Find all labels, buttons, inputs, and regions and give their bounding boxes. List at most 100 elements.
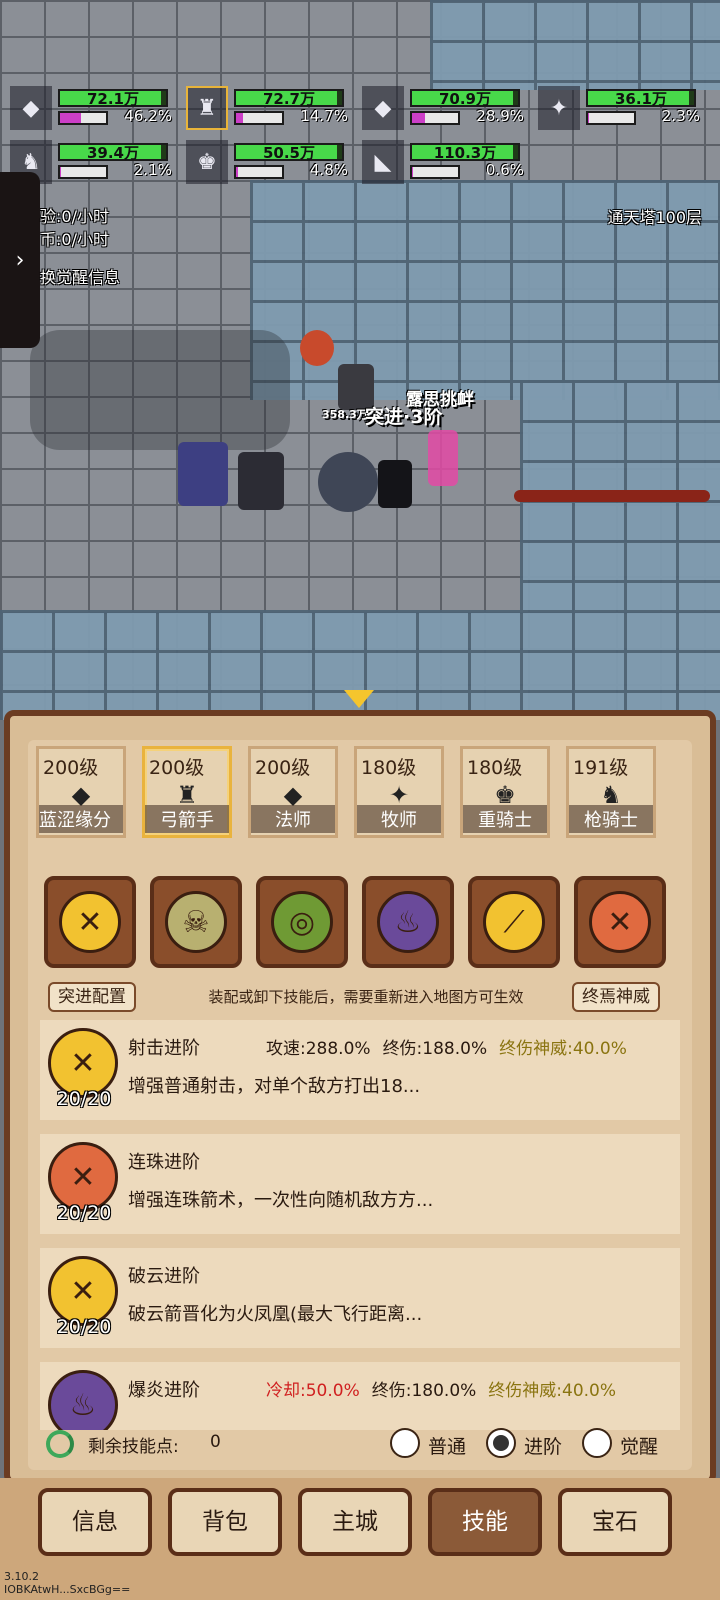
mp-bar bbox=[58, 111, 108, 125]
skill-stat-final-damage: 终伤:180.0% bbox=[371, 1381, 477, 1401]
mp-fill bbox=[236, 167, 239, 177]
magic-effect bbox=[428, 430, 458, 486]
nav-button[interactable]: 背包 bbox=[168, 1488, 282, 1556]
version-number: 3.10.2 bbox=[4, 1570, 39, 1583]
cat-sprite-icon: ◣ bbox=[362, 140, 404, 184]
skill-row[interactable]: ♨ 爆炎进阶 冷却:50.0% 终伤:180.0% 终伤神威:40.0% bbox=[40, 1362, 680, 1430]
nav-button[interactable]: 宝石 bbox=[558, 1488, 672, 1556]
skill-slot[interactable]: ♨ bbox=[362, 876, 454, 968]
skill-slot[interactable]: ⟋ bbox=[468, 876, 560, 968]
hp-bar: 72.1万 bbox=[58, 89, 168, 108]
flame-staff-icon: ♨ bbox=[377, 891, 439, 953]
flame-staff-icon: ♨ bbox=[48, 1370, 118, 1430]
hero-card[interactable]: 200级 ♜ 弓箭手 bbox=[142, 746, 232, 838]
skill-slot[interactable]: ✕ bbox=[44, 876, 136, 968]
mp-value: 46.2% bbox=[124, 107, 172, 125]
knight-sprite-icon: ♚ bbox=[186, 140, 228, 184]
ghost-sprite-icon: ◆ bbox=[362, 86, 404, 130]
hp-bar: 50.5万 bbox=[234, 143, 344, 162]
nav-button[interactable]: 技能 bbox=[428, 1488, 542, 1556]
mode-radio[interactable] bbox=[582, 1428, 612, 1458]
skull-icon: ☠ bbox=[165, 891, 227, 953]
hero-name: 弓箭手 bbox=[145, 805, 229, 833]
hero-card[interactable]: 200级 ◆ 法师 bbox=[248, 746, 338, 838]
skill-description: 增强连珠箭术，一次性向随机敌方方... bbox=[128, 1190, 434, 1211]
skill-stats: 攻速:288.0% 终伤:188.0% 终伤神威:40.0% bbox=[266, 1034, 627, 1059]
mode-radio[interactable] bbox=[486, 1428, 516, 1458]
mode-radio[interactable] bbox=[390, 1428, 420, 1458]
hero-name: 重骑士 bbox=[463, 805, 547, 833]
shadow-patch bbox=[30, 330, 290, 450]
unit-status-card[interactable]: ◆ 72.1万 46.2% bbox=[10, 86, 182, 132]
unit-status-card[interactable]: ◆ 70.9万 28.9% bbox=[362, 86, 534, 132]
skill-slot[interactable]: ◎ bbox=[256, 876, 348, 968]
priest-sprite bbox=[178, 442, 228, 506]
blood-trail bbox=[514, 490, 710, 502]
hero-card[interactable]: 180级 ✦ 牧师 bbox=[354, 746, 444, 838]
side-panel-toggle[interactable]: › bbox=[0, 172, 40, 348]
mode-label: 进阶 bbox=[524, 1436, 563, 1458]
skill-footer: 剩余技能点: 0 普通 进阶 觉醒 bbox=[40, 1426, 680, 1462]
terminal-power-button[interactable]: 终焉神威 bbox=[572, 982, 660, 1012]
skill-level-count: 20/20 bbox=[56, 1316, 112, 1338]
config-note: 装配或卸下技能后，需要重新进入地图方可生效 bbox=[208, 988, 524, 1006]
hp-value: 36.1万 bbox=[614, 90, 667, 108]
archer-sprite-icon: ♜ bbox=[186, 86, 228, 130]
swirl-icon: ◎ bbox=[271, 891, 333, 953]
nav-button[interactable]: 主城 bbox=[298, 1488, 412, 1556]
awaken-info-button[interactable]: 换觉醒信息 bbox=[40, 264, 120, 288]
wall-tiles bbox=[430, 0, 720, 90]
hp-value: 50.5万 bbox=[262, 144, 315, 162]
party-status: ◆ 72.1万 46.2% ♜ 72.7万 14.7% ◆ 70.9万 28.9% ✦ 36.1万 2… bbox=[10, 86, 710, 186]
skill-points-label: 剩余技能点: bbox=[88, 1437, 179, 1457]
nav-button[interactable]: 信息 bbox=[38, 1488, 152, 1556]
lion-mask-icon bbox=[300, 330, 334, 366]
skill-slot[interactable]: ✕ bbox=[574, 876, 666, 968]
mp-bar bbox=[410, 111, 460, 125]
spear-icon: ⟋ bbox=[483, 891, 545, 953]
mp-bar bbox=[234, 111, 284, 125]
hero-card[interactable]: 180级 ♚ 重骑士 bbox=[460, 746, 550, 838]
mp-fill bbox=[412, 113, 426, 123]
unit-status-card[interactable]: ◣ 110.3万 0.6% bbox=[362, 140, 534, 186]
hp-value: 110.3万 bbox=[433, 144, 497, 162]
refresh-icon[interactable] bbox=[46, 1430, 74, 1458]
hp-value: 39.4万 bbox=[86, 144, 139, 162]
skill-stat-final-damage: 终伤:188.0% bbox=[382, 1039, 488, 1059]
skill-name: 射击进阶 bbox=[128, 1038, 200, 1059]
hero-selector: 200级 ◆ 蓝涩缘分（ 200级 ♜ 弓箭手 200级 ◆ 法师 180级 ✦ 牧师 180级 ♚ 重骑士… bbox=[36, 746, 686, 844]
mp-fill bbox=[588, 113, 590, 123]
skill-name: 连珠进阶 bbox=[128, 1152, 200, 1173]
ghost-sprite bbox=[378, 460, 412, 508]
hero-card[interactable]: 191级 ♞ 枪骑士 bbox=[566, 746, 656, 838]
mp-fill bbox=[60, 113, 82, 123]
flame-arrows-icon: ✕ bbox=[589, 891, 651, 953]
hp-bar: 110.3万 bbox=[410, 143, 520, 162]
skill-row[interactable]: ✕ 20/20 破云进阶 破云箭晋化为火凤凰(最大飞行距离... bbox=[40, 1248, 680, 1348]
hp-value: 72.1万 bbox=[86, 90, 139, 108]
skill-row[interactable]: ✕ 20/20 连珠进阶 增强连珠箭术，一次性向随机敌方方... bbox=[40, 1134, 680, 1234]
hp-bar: 36.1万 bbox=[586, 89, 696, 108]
skill-description: 破云箭晋化为火凤凰(最大飞行距离... bbox=[128, 1304, 423, 1325]
mp-bar bbox=[586, 111, 636, 125]
cat-sprite bbox=[238, 452, 284, 510]
hp-bar: 39.4万 bbox=[58, 143, 168, 162]
mode-label: 普通 bbox=[428, 1436, 467, 1458]
unit-status-card[interactable]: ♚ 50.5万 4.8% bbox=[186, 140, 358, 186]
unit-status-card[interactable]: ♜ 72.7万 14.7% bbox=[186, 86, 358, 132]
equipped-skill-slots: ✕ ☠ ◎ ♨ ⟋ ✕ bbox=[44, 876, 674, 970]
mp-fill bbox=[236, 113, 243, 123]
mode-label: 觉醒 bbox=[620, 1436, 659, 1458]
exp-rate: 验:0/小时 bbox=[40, 207, 109, 226]
skill-name: 破云进阶 bbox=[128, 1266, 200, 1287]
skill-slot[interactable]: ☠ bbox=[150, 876, 242, 968]
skill-stat-primary: 冷却:50.0% bbox=[266, 1381, 360, 1401]
hero-card[interactable]: 200级 ◆ 蓝涩缘分（ bbox=[36, 746, 126, 838]
hp-value: 70.9万 bbox=[438, 90, 491, 108]
skill-row[interactable]: ✕ 20/20 射击进阶 攻速:288.0% 终伤:188.0% 终伤神威:40.0% 增强… bbox=[40, 1020, 680, 1120]
unit-status-card[interactable]: ✦ 36.1万 2.3% bbox=[538, 86, 710, 132]
hp-bar: 70.9万 bbox=[410, 89, 520, 108]
charge-config-button[interactable]: 突进配置 bbox=[48, 982, 136, 1012]
mp-bar bbox=[58, 165, 108, 179]
version-info: 3.10.2 IOBKAtwH...SxcBGg== bbox=[4, 1570, 130, 1596]
